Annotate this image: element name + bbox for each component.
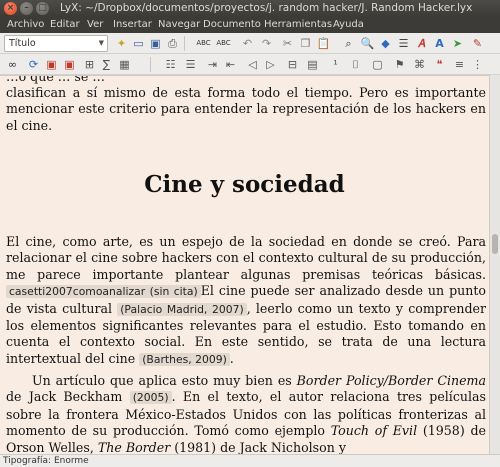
print-icon[interactable]: ⎙ (165, 36, 180, 51)
new-document-icon[interactable]: ✦ (114, 36, 129, 51)
menu-herramientas[interactable]: Herramientas (264, 17, 332, 33)
menu-bar: Archivo Editar Ver Insertar Navegar Docu… (0, 17, 500, 33)
menu-ayuda[interactable]: Ayuda (333, 17, 364, 33)
indent-icon[interactable]: ⇥ (205, 57, 220, 72)
cut-icon[interactable]: ✂ (280, 36, 295, 51)
section-heading: Cine y sociedad (144, 171, 345, 198)
citation-barthes[interactable]: (Barthes, 2009) (139, 352, 230, 366)
close-window-button[interactable]: × (4, 2, 17, 15)
paragraph-style-value: Título (9, 38, 36, 49)
navigate-icon[interactable]: ◆ (378, 36, 393, 51)
window-title: LyX: ~/Dropbox/documentos/proyectos/j. r… (60, 2, 473, 14)
citation-casetti[interactable]: casetti2007comoanalizar (sin cita) (6, 285, 201, 299)
secondary-toolbar: ∞ ⟳ ▣ ▣ ⊞ ∑ ▦ ☷ ☰ ⇥ ⇤ ◁ ▷ ⊟ ▤ ¹ ⌷ ▢ ⚑ ⌘ … (0, 54, 500, 75)
box-icon[interactable]: ▢ (370, 57, 385, 72)
open-folder-icon[interactable]: ▭ (131, 36, 146, 51)
label-icon[interactable]: ⚑ (392, 57, 407, 72)
copy-icon[interactable]: ❐ (298, 36, 313, 51)
maximize-window-button[interactable]: □ (36, 2, 49, 15)
scrollbar-thumb[interactable] (492, 234, 498, 254)
insert-table-icon[interactable]: ⊟ (285, 57, 300, 72)
partially-visible-line: …o que … se … (6, 75, 105, 84)
view-pdf-icon[interactable]: ▣ (44, 57, 59, 72)
find-replace-icon[interactable]: 🔍 (360, 36, 375, 51)
citation-beckham[interactable]: (2005) (129, 391, 172, 405)
numbered-list-icon[interactable]: ☰ (183, 57, 198, 72)
undo-icon[interactable]: ↶ (240, 36, 255, 51)
depth-increase-icon[interactable]: ▷ (263, 57, 278, 72)
redo-icon[interactable]: ↷ (259, 36, 274, 51)
change-tracking-icon[interactable]: ➤ (450, 36, 465, 51)
toolbar-separator (150, 57, 151, 72)
insert-figure-icon[interactable]: ▤ (305, 57, 320, 72)
table-icon[interactable]: ▦ (117, 57, 132, 72)
paragraph-1: clasifican a sí mismo de esta forma todo… (6, 85, 486, 133)
spellcheck-continuous-icon[interactable]: ABC (216, 36, 231, 51)
margin-note-icon[interactable]: ⌷ (348, 57, 363, 72)
menu-navegar[interactable]: Navegar (158, 17, 200, 33)
menu-insertar[interactable]: Insertar (113, 17, 152, 33)
update-pdf-icon[interactable]: ▣ (62, 57, 77, 72)
outdent-icon[interactable]: ⇤ (223, 57, 238, 72)
menu-archivo[interactable]: Archivo (7, 17, 44, 33)
menu-editar[interactable]: Editar (50, 17, 80, 33)
citation-icon[interactable]: ❝ (432, 57, 447, 72)
footnote-icon[interactable]: ¹ (328, 57, 343, 72)
update-icon[interactable]: ⟳ (26, 57, 41, 72)
emphasis-icon[interactable]: 𝐴 (414, 36, 429, 51)
paragraph-style-select[interactable]: Título ▼ (4, 35, 108, 52)
main-toolbar: Título ▼ ✦ ▭ ▣ ⎙ ABC ABC ↶ ↷ ✂ ❐ 📋 ⌕ 🔍 ◆… (0, 33, 500, 54)
cross-ref-icon[interactable]: ⌘ (412, 57, 427, 72)
menu-documento[interactable]: Documento (203, 17, 261, 33)
depth-decrease-icon[interactable]: ◁ (245, 57, 260, 72)
paste-icon[interactable]: 📋 (316, 36, 331, 51)
text-style-icon[interactable]: A (432, 36, 447, 51)
title-bar: × – □ LyX: ~/Dropbox/documentos/proyecto… (0, 0, 500, 17)
citation-palacio[interactable]: (Palacio Madrid, 2007) (117, 302, 247, 316)
spellcheck-icon[interactable]: ABC (196, 36, 211, 51)
document-area[interactable]: …o que … se … clasifican a sí mismo de e… (0, 75, 489, 454)
menu-ver[interactable]: Ver (87, 17, 103, 33)
status-text: Tipografía: Enorme (3, 456, 89, 466)
nomenclature-icon[interactable]: ⋮ (470, 57, 485, 72)
toc-icon[interactable]: ☰ (396, 36, 411, 51)
save-icon[interactable]: ▣ (148, 36, 163, 51)
noun-icon[interactable]: ✎ (470, 36, 485, 51)
view-icon[interactable]: ∞ (5, 57, 20, 72)
chevron-down-icon: ▼ (98, 39, 104, 47)
index-icon[interactable]: ≡ (452, 57, 467, 72)
paragraph-2: El cine, como arte, es un espejo de la s… (6, 234, 486, 366)
find-icon[interactable]: ⌕ (341, 36, 356, 51)
bullet-list-icon[interactable]: ☷ (163, 57, 178, 72)
paragraph-3: Un artículo que aplica esto muy bien es … (6, 373, 487, 454)
math-icon[interactable]: ∑ (99, 57, 114, 72)
vertical-scrollbar[interactable] (489, 75, 500, 454)
status-bar: Tipografía: Enorme (0, 454, 500, 467)
view-source-icon[interactable]: ⊞ (82, 57, 97, 72)
toolbar-separator (184, 36, 185, 51)
minimize-window-button[interactable]: – (20, 2, 33, 15)
